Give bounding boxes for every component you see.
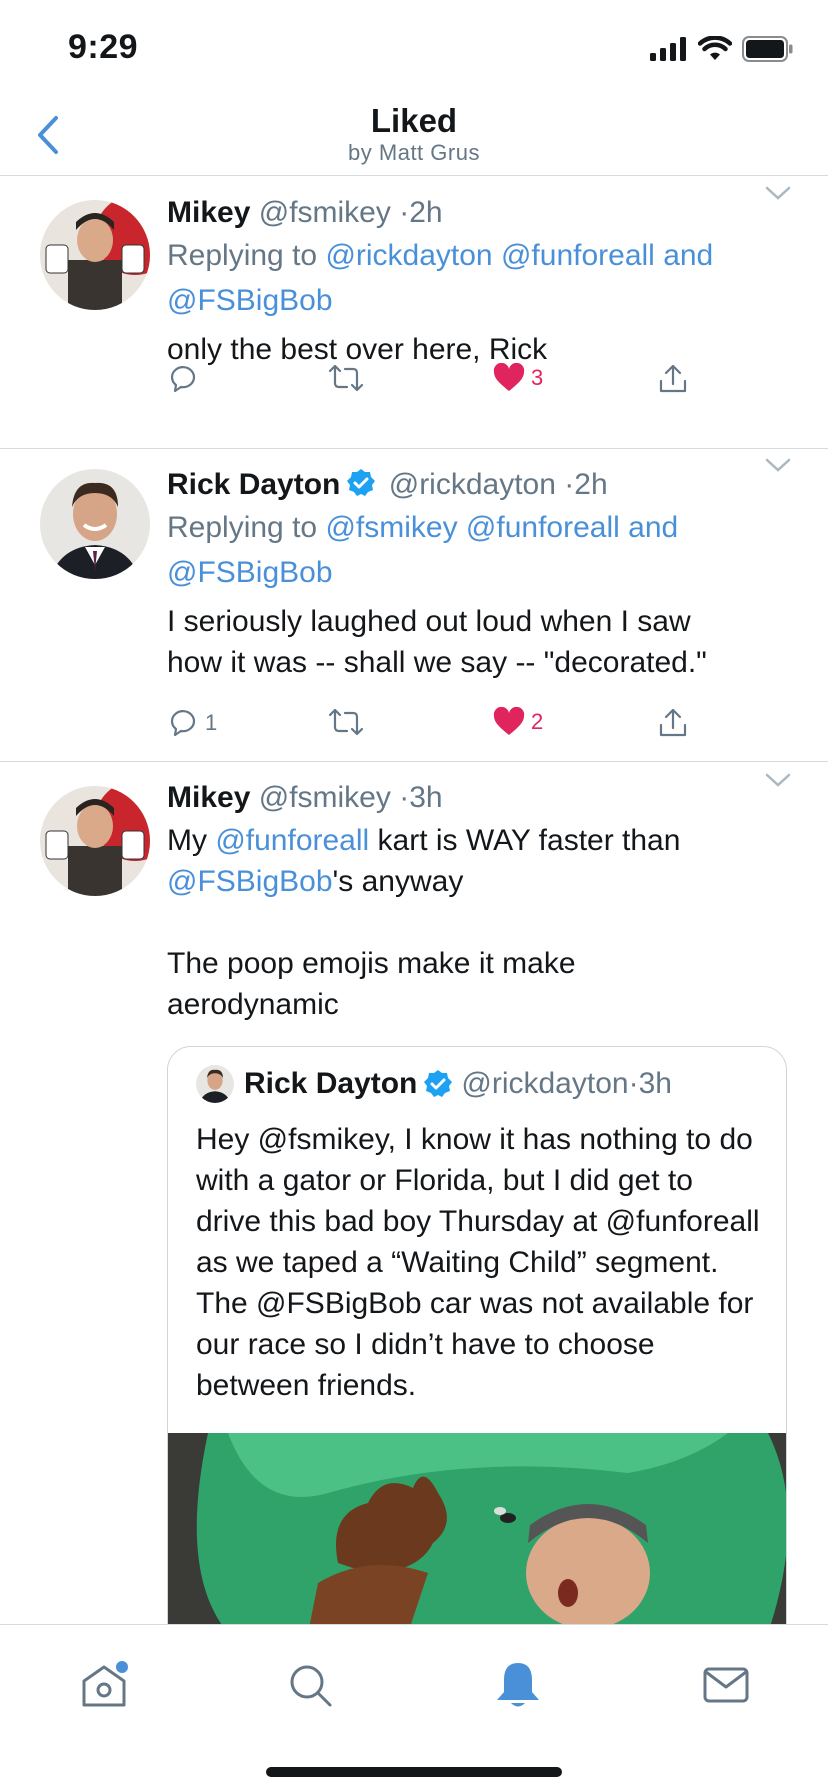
quoted-tweet-text: Hey @fsmikey, I know it has nothing to d… xyxy=(196,1123,760,1402)
heart-filled-icon xyxy=(493,363,525,391)
battery-icon xyxy=(742,36,793,62)
tweet-actions: 1 2 xyxy=(167,707,727,747)
avatar[interactable] xyxy=(40,786,150,896)
avatar[interactable] xyxy=(40,200,150,310)
tweet-time: 3h xyxy=(409,781,443,814)
tweet-time: 2h xyxy=(409,196,443,229)
retweet-button[interactable] xyxy=(327,363,365,393)
like-button[interactable]: 3 xyxy=(493,363,543,393)
tweet-text-segment: My xyxy=(167,824,216,857)
tab-home[interactable] xyxy=(74,1655,134,1715)
separator-dot: · xyxy=(399,196,410,229)
tweet-text-segment: 's anyway xyxy=(332,865,464,898)
quoted-tweet-image[interactable] xyxy=(168,1433,786,1633)
reply-prefix: Replying to xyxy=(167,239,318,272)
separator-dot: · xyxy=(564,468,575,501)
mention-link[interactable]: @fsmikey xyxy=(325,511,457,544)
reply-button[interactable]: 1 xyxy=(167,707,217,739)
verified-badge-icon xyxy=(347,469,376,496)
mention-link[interactable]: @funforeall xyxy=(466,511,620,544)
tab-bar xyxy=(0,1624,828,1792)
tweet-text-segment: The poop emojis make it make xyxy=(167,947,576,980)
tab-search[interactable] xyxy=(280,1655,340,1715)
tweet-time: 2h xyxy=(574,468,608,501)
tweet-text-line: I seriously laughed out loud when I saw xyxy=(167,605,691,638)
retweet-icon xyxy=(328,364,364,392)
home-icon xyxy=(82,1661,128,1707)
mention-link[interactable]: @FSBigBob xyxy=(167,284,333,317)
tweet[interactable]: Mikey @fsmikey ·2h Replying to @rickdayt… xyxy=(0,177,828,449)
tab-messages[interactable] xyxy=(696,1655,756,1715)
avatar[interactable] xyxy=(40,469,150,579)
quoted-author-name: Rick Dayton xyxy=(244,1067,418,1100)
tab-notifications[interactable] xyxy=(488,1655,548,1715)
mention-link[interactable]: @FSBigBob xyxy=(167,556,333,589)
search-icon xyxy=(290,1665,332,1707)
chevron-down-icon[interactable] xyxy=(764,770,792,790)
reply-count: 1 xyxy=(205,710,218,735)
quoted-tweet-time: 3h xyxy=(638,1067,672,1100)
tweet-header: Mikey @fsmikey ·2h xyxy=(167,195,792,231)
quoted-tweet[interactable]: Rick Dayton @rickdayton · 3h Hey @fsmikey,… xyxy=(167,1046,787,1666)
like-count: 3 xyxy=(531,365,544,390)
author-handle: @fsmikey xyxy=(258,196,391,229)
tweet[interactable]: Mikey @fsmikey ·3h My @funforeall kart i… xyxy=(0,762,828,1666)
tweet[interactable]: Rick Dayton @rickdayton ·2h Replying to … xyxy=(0,449,828,762)
cellular-signal-icon xyxy=(650,37,686,61)
share-icon xyxy=(659,364,687,393)
author-name[interactable]: Mikey xyxy=(167,781,250,814)
tweet-actions: 3 xyxy=(167,363,727,403)
separator-dot: · xyxy=(628,1067,639,1100)
like-button[interactable]: 2 xyxy=(493,707,543,737)
author-handle: @fsmikey xyxy=(258,781,391,814)
quoted-avatar xyxy=(196,1065,234,1103)
retweet-icon xyxy=(328,708,364,736)
mention-link[interactable]: @funforeall xyxy=(501,239,655,272)
chevron-down-icon[interactable] xyxy=(764,455,792,475)
mention-conjunction[interactable]: and xyxy=(663,239,713,272)
verified-badge-icon xyxy=(424,1070,453,1097)
quoted-author-handle: @rickdayton xyxy=(461,1067,629,1100)
reply-icon xyxy=(170,366,196,393)
heart-filled-icon xyxy=(493,707,525,735)
wifi-icon xyxy=(698,36,732,60)
tweet-text-segment: aerodynamic xyxy=(167,988,339,1021)
reply-prefix: Replying to xyxy=(167,511,318,544)
status-bar: 9:29 xyxy=(0,0,828,100)
page-subtitle: by Matt Grus xyxy=(348,140,480,165)
chevron-down-icon[interactable] xyxy=(764,183,792,203)
reply-icon xyxy=(170,710,196,737)
like-count: 2 xyxy=(531,709,544,734)
share-icon xyxy=(659,708,687,737)
notifications-icon xyxy=(497,1663,539,1707)
tweet-header: Rick Dayton @rickdayton ·2h xyxy=(167,467,792,503)
retweet-button[interactable] xyxy=(327,707,365,737)
messages-icon xyxy=(703,1667,749,1703)
status-time: 9:29 xyxy=(68,28,139,66)
author-name[interactable]: Mikey xyxy=(167,196,250,229)
author-handle: @rickdayton xyxy=(388,468,556,501)
mention-link[interactable]: @funforeall xyxy=(215,824,369,857)
mention-conjunction[interactable]: and xyxy=(628,511,678,544)
home-indicator xyxy=(266,1767,562,1777)
tweet-text-line: how it was -- shall we say -- "decorated… xyxy=(167,646,707,679)
tweet-text: My @funforeall kart is WAY faster than @… xyxy=(167,820,792,1025)
share-button[interactable] xyxy=(657,707,689,739)
tweet-text-segment: kart is WAY faster than xyxy=(369,824,681,857)
reply-line: Replying to @fsmikey @funforeall and @FS… xyxy=(167,505,792,595)
status-icons xyxy=(650,36,794,62)
quoted-tweet-header: Rick Dayton @rickdayton · 3h xyxy=(196,1065,672,1103)
author-name[interactable]: Rick Dayton xyxy=(167,468,340,501)
page-title: Liked xyxy=(370,102,458,139)
mention-link[interactable]: @FSBigBob xyxy=(167,865,333,898)
tweet-text: I seriously laughed out loud when I saw … xyxy=(167,601,792,683)
share-button[interactable] xyxy=(657,363,689,395)
reply-button[interactable] xyxy=(167,363,205,395)
tweet-header: Mikey @fsmikey ·3h xyxy=(167,780,792,816)
nav-header: Liked by Matt Grus xyxy=(0,100,828,176)
mention-link[interactable]: @rickdayton xyxy=(325,239,492,272)
reply-line: Replying to @rickdayton @funforeall and … xyxy=(167,233,792,323)
separator-dot: · xyxy=(399,781,410,814)
